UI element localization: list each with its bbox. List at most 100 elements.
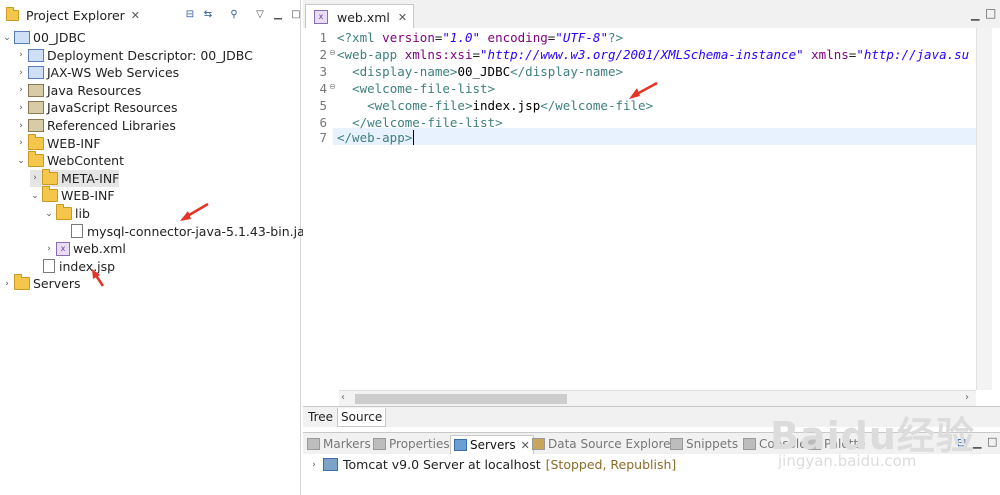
snippets-icon <box>670 438 683 450</box>
tab-data-source-explorer[interactable]: Data Source Explorer <box>532 435 675 453</box>
tree-item-label: JavaScript Resources <box>47 100 178 116</box>
project-explorer-title: Project Explorer <box>26 7 125 23</box>
jar-file-icon <box>71 224 83 239</box>
project-explorer-tab-bar: Project Explorer ✕ ⊟ ⇆ ⚲ ▽ ▁ □ <box>0 4 302 26</box>
code-line[interactable]: <?xml version="1.0" encoding="UTF-8"?> <box>337 30 623 45</box>
tab-label: Markers <box>323 437 371 451</box>
chevron-right-icon[interactable]: › <box>30 173 40 183</box>
chevron-right-icon[interactable]: › <box>309 460 319 470</box>
filter-icon[interactable]: ⚲ <box>228 9 240 21</box>
tab-markers[interactable]: Markers <box>307 435 371 453</box>
tab-label: Servers <box>470 438 516 452</box>
view-menu-icon[interactable]: ▽ <box>254 9 266 21</box>
tree-item[interactable]: ⌄ WEB-INF <box>30 186 115 204</box>
tab-properties[interactable]: Properties <box>373 435 450 453</box>
server-status: [Stopped, Republish] <box>545 457 677 472</box>
chevron-right-icon[interactable]: › <box>16 85 26 95</box>
markers-icon <box>307 438 320 450</box>
tab-label: Properties <box>389 437 450 451</box>
chevron-right-icon[interactable]: › <box>16 138 26 148</box>
chevron-down-icon[interactable]: ⌄ <box>2 33 12 43</box>
close-icon[interactable]: ✕ <box>521 439 530 452</box>
maximize-icon[interactable]: □ <box>985 6 996 20</box>
xml-file-icon: x <box>56 241 70 256</box>
tree-item[interactable]: ⌄ WebContent <box>16 151 124 169</box>
chevron-right-icon[interactable]: › <box>16 68 26 78</box>
server-row[interactable]: › Tomcat v9.0 Server at localhost [Stopp… <box>309 456 676 473</box>
tab-source[interactable]: Source <box>337 408 387 427</box>
vertical-scrollbar[interactable] <box>976 28 992 390</box>
close-icon[interactable]: ✕ <box>398 11 407 24</box>
servers-icon <box>454 439 467 451</box>
tab-snippets[interactable]: Snippets <box>670 435 738 453</box>
annotation-arrow <box>629 81 658 99</box>
chevron-right-icon[interactable]: › <box>16 121 26 131</box>
jsp-file-icon <box>43 259 55 274</box>
close-icon[interactable]: ✕ <box>131 9 140 22</box>
tree-item-label: Servers <box>33 276 81 292</box>
code-line[interactable]: </web-app> <box>337 130 415 145</box>
tab-tree[interactable]: Tree <box>305 408 336 426</box>
code-line[interactable]: <welcome-file-list> <box>337 81 495 96</box>
tab-web-xml[interactable]: x web.xml ✕ <box>305 4 415 29</box>
collapse-all-icon[interactable]: ⊟ <box>184 9 196 21</box>
code-line[interactable]: <welcome-file>index.jsp</welcome-file> <box>337 98 653 113</box>
tree-item[interactable]: › JavaScript Resources <box>16 99 177 116</box>
chevron-right-icon[interactable]: › <box>16 103 26 113</box>
chevron-down-icon[interactable]: ⌄ <box>44 209 54 219</box>
chevron-right-icon[interactable]: › <box>2 279 12 289</box>
tree-item-label: WEB-INF <box>61 188 115 204</box>
code-line[interactable]: <web-app xmlns:xsi="http://www.w3.org/20… <box>337 47 969 62</box>
web-services-icon <box>28 66 44 80</box>
editor-tab-label: web.xml <box>337 9 390 25</box>
scrollbar-thumb[interactable] <box>355 394 567 404</box>
tree-item[interactable]: › META-INF <box>30 168 120 187</box>
tree-item[interactable]: › Deployment Descriptor: 00_JDBC <box>16 47 253 64</box>
database-icon <box>532 438 545 450</box>
project-explorer-toolbar: ⊟ ⇆ ⚲ ▽ ▁ □ <box>184 9 302 21</box>
scroll-left-icon[interactable]: ‹ <box>341 392 345 403</box>
tree-item-label: Deployment Descriptor: 00_JDBC <box>47 47 253 63</box>
tree-item[interactable]: › Servers <box>2 274 81 292</box>
folder-icon <box>56 204 72 220</box>
folder-icon <box>42 168 58 185</box>
java-resources-icon <box>28 83 44 97</box>
tree-item[interactable]: › x web.xml <box>44 240 126 257</box>
chevron-down-icon[interactable]: ⌄ <box>30 191 40 201</box>
deployment-descriptor-icon <box>28 48 44 62</box>
project-icon <box>14 31 30 44</box>
chevron-right-icon[interactable]: › <box>16 50 26 60</box>
minimize-icon[interactable]: ▁ <box>272 9 284 21</box>
chevron-right-icon[interactable]: › <box>44 244 54 254</box>
tree-item[interactable]: ⌄ 00_JDBC <box>2 29 85 46</box>
annotation-arrow <box>180 202 209 221</box>
tree-item-label: WEB-INF <box>47 135 101 151</box>
maximize-icon[interactable]: □ <box>987 435 997 448</box>
code-line[interactable]: <display-name>00_JDBC</display-name> <box>337 64 623 79</box>
tree-item[interactable]: › JAX-WS Web Services <box>16 64 179 81</box>
javascript-resources-icon <box>28 101 44 115</box>
tree-item[interactable]: mysql-connector-java-5.1.43-bin.jar <box>58 223 310 240</box>
tree-item[interactable]: ⌄ lib <box>44 204 90 222</box>
tree-item[interactable]: › WEB-INF <box>16 133 101 152</box>
annotation-arrow <box>92 269 105 287</box>
watermark-url: jingyan.baidu.com <box>778 452 917 470</box>
tab-servers[interactable]: Servers ✕ <box>450 435 534 454</box>
xml-file-icon: x <box>314 10 328 24</box>
console-icon <box>743 438 756 450</box>
tree-item-label: lib <box>75 206 90 221</box>
tree-item[interactable]: › Referenced Libraries <box>16 117 176 134</box>
scroll-right-icon[interactable]: › <box>965 392 969 403</box>
code-line[interactable]: </welcome-file-list> <box>337 115 503 130</box>
folder-icon <box>28 151 44 168</box>
editor-tab-bar: x web.xml ✕ ▁ □ <box>303 0 1000 29</box>
xml-source-editor[interactable]: 1 2 3 4 5 6 7 ⊖ ⊖ <?xml version="1.0" en… <box>303 28 1000 407</box>
project-explorer-icon <box>6 6 19 21</box>
link-with-editor-icon[interactable]: ⇆ <box>202 9 214 21</box>
maximize-icon[interactable]: □ <box>290 9 302 21</box>
servers-project-icon <box>14 274 30 291</box>
chevron-down-icon[interactable]: ⌄ <box>16 156 26 166</box>
tree-item[interactable]: › Java Resources <box>16 82 141 99</box>
minimize-icon[interactable]: ▁ <box>971 8 979 21</box>
project-explorer-tab[interactable]: Project Explorer ✕ <box>0 4 144 26</box>
